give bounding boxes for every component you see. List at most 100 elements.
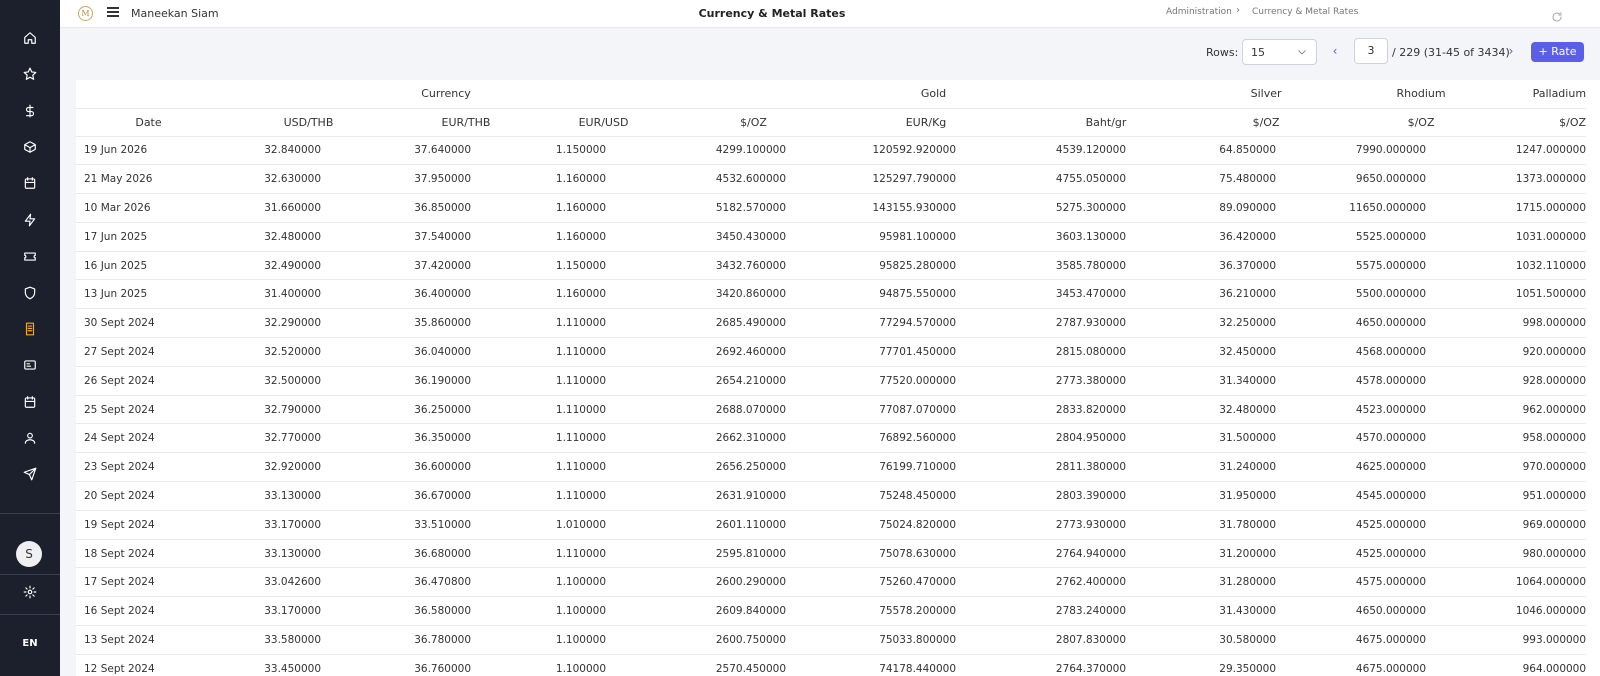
table-row[interactable]: 19 Jun 2026 32.840000 37.640000 1.150000 429… — [76, 136, 1587, 166]
cell-silver-usd-oz: 31.280000 — [1196, 567, 1337, 598]
cell-date: 25 Sept 2024 — [76, 395, 221, 425]
send-icon[interactable] — [0, 462, 60, 486]
cell-eur-thb: 36.670000 — [396, 481, 536, 511]
column-header-gold-usd-oz[interactable]: $/OZ — [671, 108, 837, 137]
calendar-icon[interactable] — [0, 390, 60, 414]
table-row[interactable]: 26 Sept 2024 32.500000 36.190000 1.110000 26… — [76, 366, 1587, 396]
table-row[interactable]: 24 Sept 2024 32.770000 36.350000 1.110000 26… — [76, 423, 1587, 454]
cell-date: 12 Sept 2024 — [76, 654, 221, 676]
shield-icon[interactable] — [0, 281, 60, 305]
cell-eur-usd: 1.110000 — [536, 366, 672, 396]
cell-gold-eur-kg: 75078.630000 — [836, 539, 1017, 569]
language-switch[interactable]: EN — [0, 638, 60, 649]
table-row[interactable]: 17 Sept 2024 33.042600 36.470800 1.100000 26… — [76, 567, 1587, 598]
table-row[interactable]: 20 Sept 2024 33.130000 36.670000 1.110000 26… — [76, 481, 1587, 511]
cell-palladium-usd-oz: 920.000000 — [1506, 337, 1587, 367]
cell-eur-thb: 36.250000 — [396, 395, 536, 425]
star-icon[interactable] — [0, 62, 60, 86]
refresh-icon[interactable] — [1551, 8, 1563, 22]
table-row[interactable]: 12 Sept 2024 33.450000 36.760000 1.100000 25… — [76, 654, 1587, 676]
next-page-button[interactable]: › — [1504, 44, 1518, 58]
column-header-eur-thb[interactable]: EUR/THB — [396, 108, 536, 137]
box-icon[interactable] — [0, 135, 60, 159]
cell-gold-eur-kg: 94875.550000 — [836, 279, 1017, 310]
cell-eur-usd: 1.110000 — [536, 395, 672, 425]
ticket-icon[interactable] — [0, 244, 60, 268]
cell-gold-eur-kg: 95981.100000 — [836, 222, 1017, 252]
column-header-eur-usd[interactable]: EUR/USD — [536, 108, 672, 137]
table-row[interactable]: 13 Sept 2024 33.580000 36.780000 1.100000 26… — [76, 625, 1587, 655]
cell-gold-eur-kg: 77520.000000 — [836, 366, 1017, 396]
cell-silver-usd-oz: 31.780000 — [1196, 510, 1337, 540]
home-icon[interactable] — [0, 26, 60, 50]
cell-rhodium-usd-oz: 4675.000000 — [1336, 625, 1507, 655]
menu-icon[interactable] — [107, 7, 119, 17]
cell-gold-eur-kg: 75260.470000 — [836, 567, 1017, 598]
cell-eur-thb: 36.760000 — [396, 654, 536, 676]
cell-gold-usd-oz: 2570.450000 — [671, 654, 837, 676]
table-row[interactable]: 17 Jun 2025 32.480000 37.540000 1.160000 345… — [76, 222, 1587, 252]
cell-rhodium-usd-oz: 4575.000000 — [1336, 567, 1507, 598]
cell-gold-usd-oz: 4299.100000 — [671, 136, 837, 166]
bolt-icon[interactable] — [0, 208, 60, 232]
cell-gold-eur-kg: 95825.280000 — [836, 251, 1017, 281]
table-row[interactable]: 27 Sept 2024 32.520000 36.040000 1.110000 26… — [76, 337, 1587, 367]
page-number-input[interactable]: 3 — [1354, 38, 1388, 64]
column-header-usd-thb[interactable]: USD/THB — [221, 108, 396, 137]
breadcrumb-separator: › — [1236, 5, 1240, 16]
add-rate-button[interactable]: + Rate — [1531, 42, 1584, 62]
cell-date: 10 Mar 2026 — [76, 193, 221, 223]
table-row[interactable]: 25 Sept 2024 32.790000 36.250000 1.110000 26… — [76, 395, 1587, 425]
rows-label: Rows: — [1206, 46, 1239, 59]
receipt-icon[interactable] — [0, 317, 60, 341]
user-icon[interactable] — [0, 426, 60, 450]
table-row[interactable]: 13 Jun 2025 31.400000 36.400000 1.160000 342… — [76, 279, 1587, 310]
cell-eur-thb: 36.400000 — [396, 279, 536, 310]
table-row[interactable]: 19 Sept 2024 33.170000 33.510000 1.010000 26… — [76, 510, 1587, 540]
table-row[interactable]: 16 Sept 2024 33.170000 36.580000 1.100000 26… — [76, 596, 1587, 627]
table-row[interactable]: 10 Mar 2026 31.660000 36.850000 1.160000 518… — [76, 193, 1587, 223]
cell-usd-thb: 32.480000 — [221, 222, 396, 252]
cell-gold-usd-oz: 2631.910000 — [671, 481, 837, 511]
breadcrumb-administration[interactable]: Administration — [1166, 7, 1232, 17]
id-card-icon[interactable] — [0, 353, 60, 377]
cell-gold-baht-gr: 2783.240000 — [1016, 596, 1197, 627]
cell-eur-usd: 1.100000 — [536, 625, 672, 655]
dollar-icon[interactable] — [0, 99, 60, 123]
cell-eur-usd: 1.160000 — [536, 222, 672, 252]
column-header-gold-eur-kg[interactable]: EUR/Kg — [836, 108, 1017, 137]
avatar[interactable]: S — [16, 541, 42, 567]
cell-date: 24 Sept 2024 — [76, 423, 221, 454]
cell-silver-usd-oz: 30.580000 — [1196, 625, 1337, 655]
cell-usd-thb: 32.770000 — [221, 423, 396, 454]
table-row[interactable]: 23 Sept 2024 32.920000 36.600000 1.110000 26… — [76, 452, 1587, 483]
table-row[interactable]: 18 Sept 2024 33.130000 36.680000 1.110000 25… — [76, 539, 1587, 569]
cell-rhodium-usd-oz: 4570.000000 — [1336, 423, 1507, 454]
cell-rhodium-usd-oz: 5575.000000 — [1336, 251, 1507, 281]
calendar-icon[interactable] — [0, 171, 60, 195]
group-header-palladium: Palladium — [1506, 80, 1587, 109]
table-row[interactable]: 30 Sept 2024 32.290000 35.860000 1.110000 26… — [76, 308, 1587, 339]
table-row[interactable]: 16 Jun 2025 32.490000 37.420000 1.150000 343… — [76, 251, 1587, 281]
column-header-date[interactable]: Date — [76, 108, 221, 137]
column-header-silver-usd-oz[interactable]: $/OZ — [1196, 108, 1337, 137]
company-name: Maneekan Siam — [131, 7, 219, 20]
cell-usd-thb: 33.580000 — [221, 625, 396, 655]
rows-per-page-select[interactable]: 15 — [1242, 39, 1317, 65]
cell-eur-usd: 1.110000 — [536, 308, 672, 339]
cell-eur-thb: 37.950000 — [396, 164, 536, 195]
cell-usd-thb: 33.450000 — [221, 654, 396, 676]
cell-gold-eur-kg: 77701.450000 — [836, 337, 1017, 367]
column-header-palladium-usd-oz[interactable]: $/OZ — [1506, 108, 1587, 137]
gear-icon[interactable] — [0, 580, 60, 604]
cell-silver-usd-oz: 32.450000 — [1196, 337, 1337, 367]
previous-page-button[interactable]: ‹ — [1328, 44, 1342, 58]
column-header-rhodium-usd-oz[interactable]: $/OZ — [1336, 108, 1507, 137]
column-header-gold-baht-gr[interactable]: Baht/gr — [1016, 108, 1197, 137]
cell-palladium-usd-oz: 928.000000 — [1506, 366, 1587, 396]
cell-date: 17 Sept 2024 — [76, 567, 221, 598]
cell-silver-usd-oz: 32.250000 — [1196, 308, 1337, 339]
table-row[interactable]: 21 May 2026 32.630000 37.950000 1.160000 453… — [76, 164, 1587, 195]
cell-eur-thb: 37.640000 — [396, 136, 536, 166]
cell-gold-usd-oz: 2662.310000 — [671, 423, 837, 454]
